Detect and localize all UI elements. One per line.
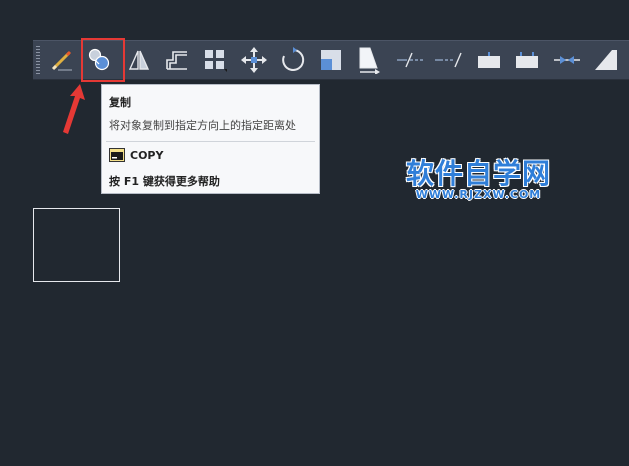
offset-shape-icon — [166, 51, 187, 70]
break-button[interactable] — [512, 45, 542, 75]
toolbar-grip-handle[interactable] — [36, 46, 40, 74]
chamfer-icon — [595, 50, 617, 70]
move-arrows-icon — [241, 47, 267, 73]
break-point-icon — [478, 52, 500, 68]
array-button[interactable] — [200, 45, 230, 75]
join-arrows-icon — [554, 56, 580, 64]
watermark-title: 软件自学网 — [406, 157, 552, 190]
offset-button[interactable] — [162, 45, 192, 75]
array-grid-icon — [205, 50, 227, 72]
extend-button[interactable] — [433, 45, 463, 75]
tooltip-title: 复制 — [109, 96, 131, 109]
mirror-triangles-icon — [128, 50, 150, 70]
chamfer-button[interactable] — [591, 45, 621, 75]
tooltip-description: 将对象复制到指定方向上的指定距离处 — [109, 119, 296, 132]
break-at-point-button[interactable] — [474, 45, 504, 75]
erase-button[interactable] — [47, 45, 77, 75]
tooltip-divider — [106, 141, 315, 142]
rotate-button[interactable] — [278, 45, 308, 75]
eraser-pencil-icon — [51, 50, 72, 71]
copy-button-highlight-box — [81, 38, 125, 82]
stretch-shape-icon — [359, 47, 380, 74]
extend-line-icon — [435, 52, 462, 68]
copy-tooltip: 复制 将对象复制到指定方向上的指定距离处 COPY 按 F1 键获得更多帮助 — [101, 84, 320, 194]
command-line-icon — [109, 148, 125, 162]
scale-button[interactable] — [316, 45, 346, 75]
red-pointer-arrow-icon — [63, 84, 85, 134]
scale-squares-icon — [321, 50, 341, 70]
join-button[interactable] — [552, 45, 582, 75]
trim-button[interactable] — [395, 45, 425, 75]
rotate-circle-icon — [282, 47, 305, 71]
tooltip-command-name: COPY — [130, 149, 164, 162]
watermark: 软件自学网 WWW.RJZXW.COM — [406, 157, 552, 202]
watermark-url: WWW.RJZXW.COM — [415, 188, 542, 201]
drawn-rectangle[interactable] — [33, 208, 120, 282]
mirror-button[interactable] — [124, 45, 154, 75]
move-button[interactable] — [239, 45, 269, 75]
break-icon — [516, 52, 538, 68]
stretch-button[interactable] — [354, 45, 384, 75]
tooltip-help-hint: 按 F1 键获得更多帮助 — [109, 175, 220, 188]
trim-line-icon — [397, 52, 423, 68]
